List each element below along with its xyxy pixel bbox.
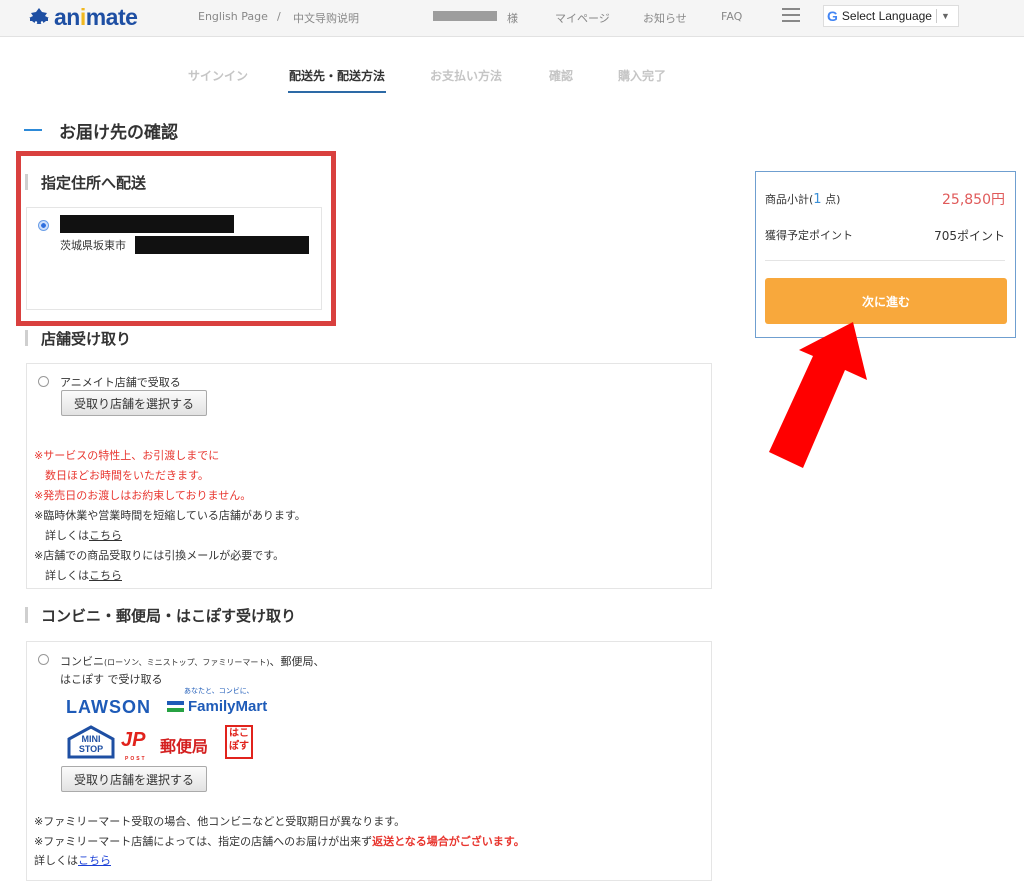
subtotal-row: 商品小計(1 点) 25,850円 (765, 191, 1005, 208)
address-delivery-heading: 指定住所へ配送 (25, 172, 146, 193)
store-pickup-panel: アニメイト店舗で受取る 受取り店舗を選択する ※サービスの特性上、お引渡しまでに… (26, 363, 712, 589)
english-page-link[interactable]: English Page (198, 10, 268, 23)
page-title: お届け先の確認 (59, 123, 178, 143)
next-button[interactable]: 次に進む (765, 278, 1007, 324)
details-link[interactable]: こちら (89, 569, 122, 582)
divider (935, 9, 937, 23)
familymart-tagline: あなたと、コンビに、 (184, 687, 254, 695)
step-signin: サインイン (188, 69, 249, 83)
store-pickup-heading: 店舗受け取り (25, 328, 131, 349)
convenience-option-label: コンビニ(ローソン、ミニストップ、ファミリーマート)、郵便局、 (60, 655, 325, 668)
select-convenience-store-button[interactable]: 受取り店舗を選択する (61, 766, 207, 792)
step-shipping: 配送先・配送方法 (289, 69, 386, 83)
convenience-pickup-radio[interactable] (38, 654, 49, 665)
mypage-link[interactable]: マイページ (555, 10, 610, 26)
store-pickup-radio[interactable] (38, 376, 49, 387)
hakopos-logo: はこ ぽす (225, 725, 253, 759)
convenience-note-details: 詳しくはこちら (34, 854, 111, 867)
address-radio[interactable] (38, 220, 49, 231)
subtotal-value: 25,850円 (942, 192, 1005, 208)
checkout-steps: サインイン 配送先・配送方法 お支払い方法 確認 購入完了 (0, 67, 1024, 97)
points-row: 獲得予定ポイント 705ポイント (765, 229, 1005, 243)
chinese-guide-link[interactable]: 中文导购说明 (293, 10, 359, 26)
language-select[interactable]: G Select Language ▼ (823, 5, 959, 27)
logo-castle-icon (27, 7, 51, 27)
link-separator: / (277, 10, 281, 23)
store-note: 数日ほどお時間をいただきます。 (34, 469, 209, 482)
hamburger-menu-icon[interactable] (782, 8, 800, 24)
address-prefix: 茨城県坂東市 (60, 239, 126, 252)
familymart-flag-icon (167, 701, 184, 712)
item-count: 1 (813, 192, 822, 207)
convenience-note: ※ファミリーマート店舗によっては、指定の店舗へのお届けが出来ず返送となる場合がご… (34, 835, 525, 848)
language-select-label: Select Language (841, 9, 932, 23)
logo-text: animate (54, 3, 138, 30)
dropdown-arrow-icon: ▼ (940, 11, 950, 21)
details-link[interactable]: こちら (89, 529, 122, 542)
store-note: ※発売日のお渡しはお約束しておりません。 (34, 489, 252, 502)
store-note-details: 詳しくはこちら (34, 529, 122, 542)
japan-post-logo: JP POST (121, 729, 147, 762)
details-link[interactable]: こちら (78, 854, 111, 867)
step-complete: 購入完了 (618, 69, 667, 83)
user-honorific: 様 (507, 12, 518, 25)
store-note-details: 詳しくはこちら (34, 569, 122, 582)
news-link[interactable]: お知らせ (643, 10, 687, 26)
active-step-indicator (288, 91, 386, 93)
ministop-logo: MINI STOP (66, 725, 116, 759)
redacted-username (433, 11, 497, 21)
convenience-pickup-heading: コンビニ・郵便局・はこぽす受け取り (25, 605, 296, 626)
store-pickup-option-label: アニメイト店舗で受取る (60, 376, 181, 389)
store-note: ※臨時休業や営業時間を短縮している店舗があります。 (34, 509, 306, 522)
redacted-name (60, 215, 234, 233)
annotation-arrow-icon (769, 322, 867, 468)
store-note: ※サービスの特性上、お引渡しまでに (34, 449, 220, 462)
step-payment: お支払い方法 (430, 69, 503, 83)
points-value: 705ポイント (934, 229, 1005, 243)
lawson-logo: LAWSON (66, 697, 151, 717)
redacted-address (135, 236, 309, 254)
post-office-logo: 郵便局 (160, 737, 209, 756)
familymart-logo: FamilyMart (167, 698, 267, 715)
convenience-note: ※ファミリーマート受取の場合、他コンビニなどと受取期日が異なります。 (34, 815, 406, 828)
address-option-panel[interactable]: 茨城県坂東市 (26, 207, 322, 310)
faq-link[interactable]: FAQ (721, 10, 742, 23)
step-confirm: 確認 (549, 69, 574, 83)
convenience-option-label-line2: はこぽす で受け取る (60, 673, 163, 686)
animate-logo[interactable]: animate (27, 3, 138, 30)
title-dash (24, 129, 42, 131)
select-store-button[interactable]: 受取り店舗を選択する (61, 390, 207, 416)
order-summary: 商品小計(1 点) 25,850円 獲得予定ポイント 705ポイント 次に進む (755, 171, 1016, 338)
site-header: animate English Page / 中文导购说明 様 マイページ お知… (0, 0, 1024, 37)
divider (765, 260, 1005, 261)
google-icon: G (827, 8, 838, 24)
store-note: ※店舗での商品受取りには引換メールが必要です。 (34, 549, 285, 562)
